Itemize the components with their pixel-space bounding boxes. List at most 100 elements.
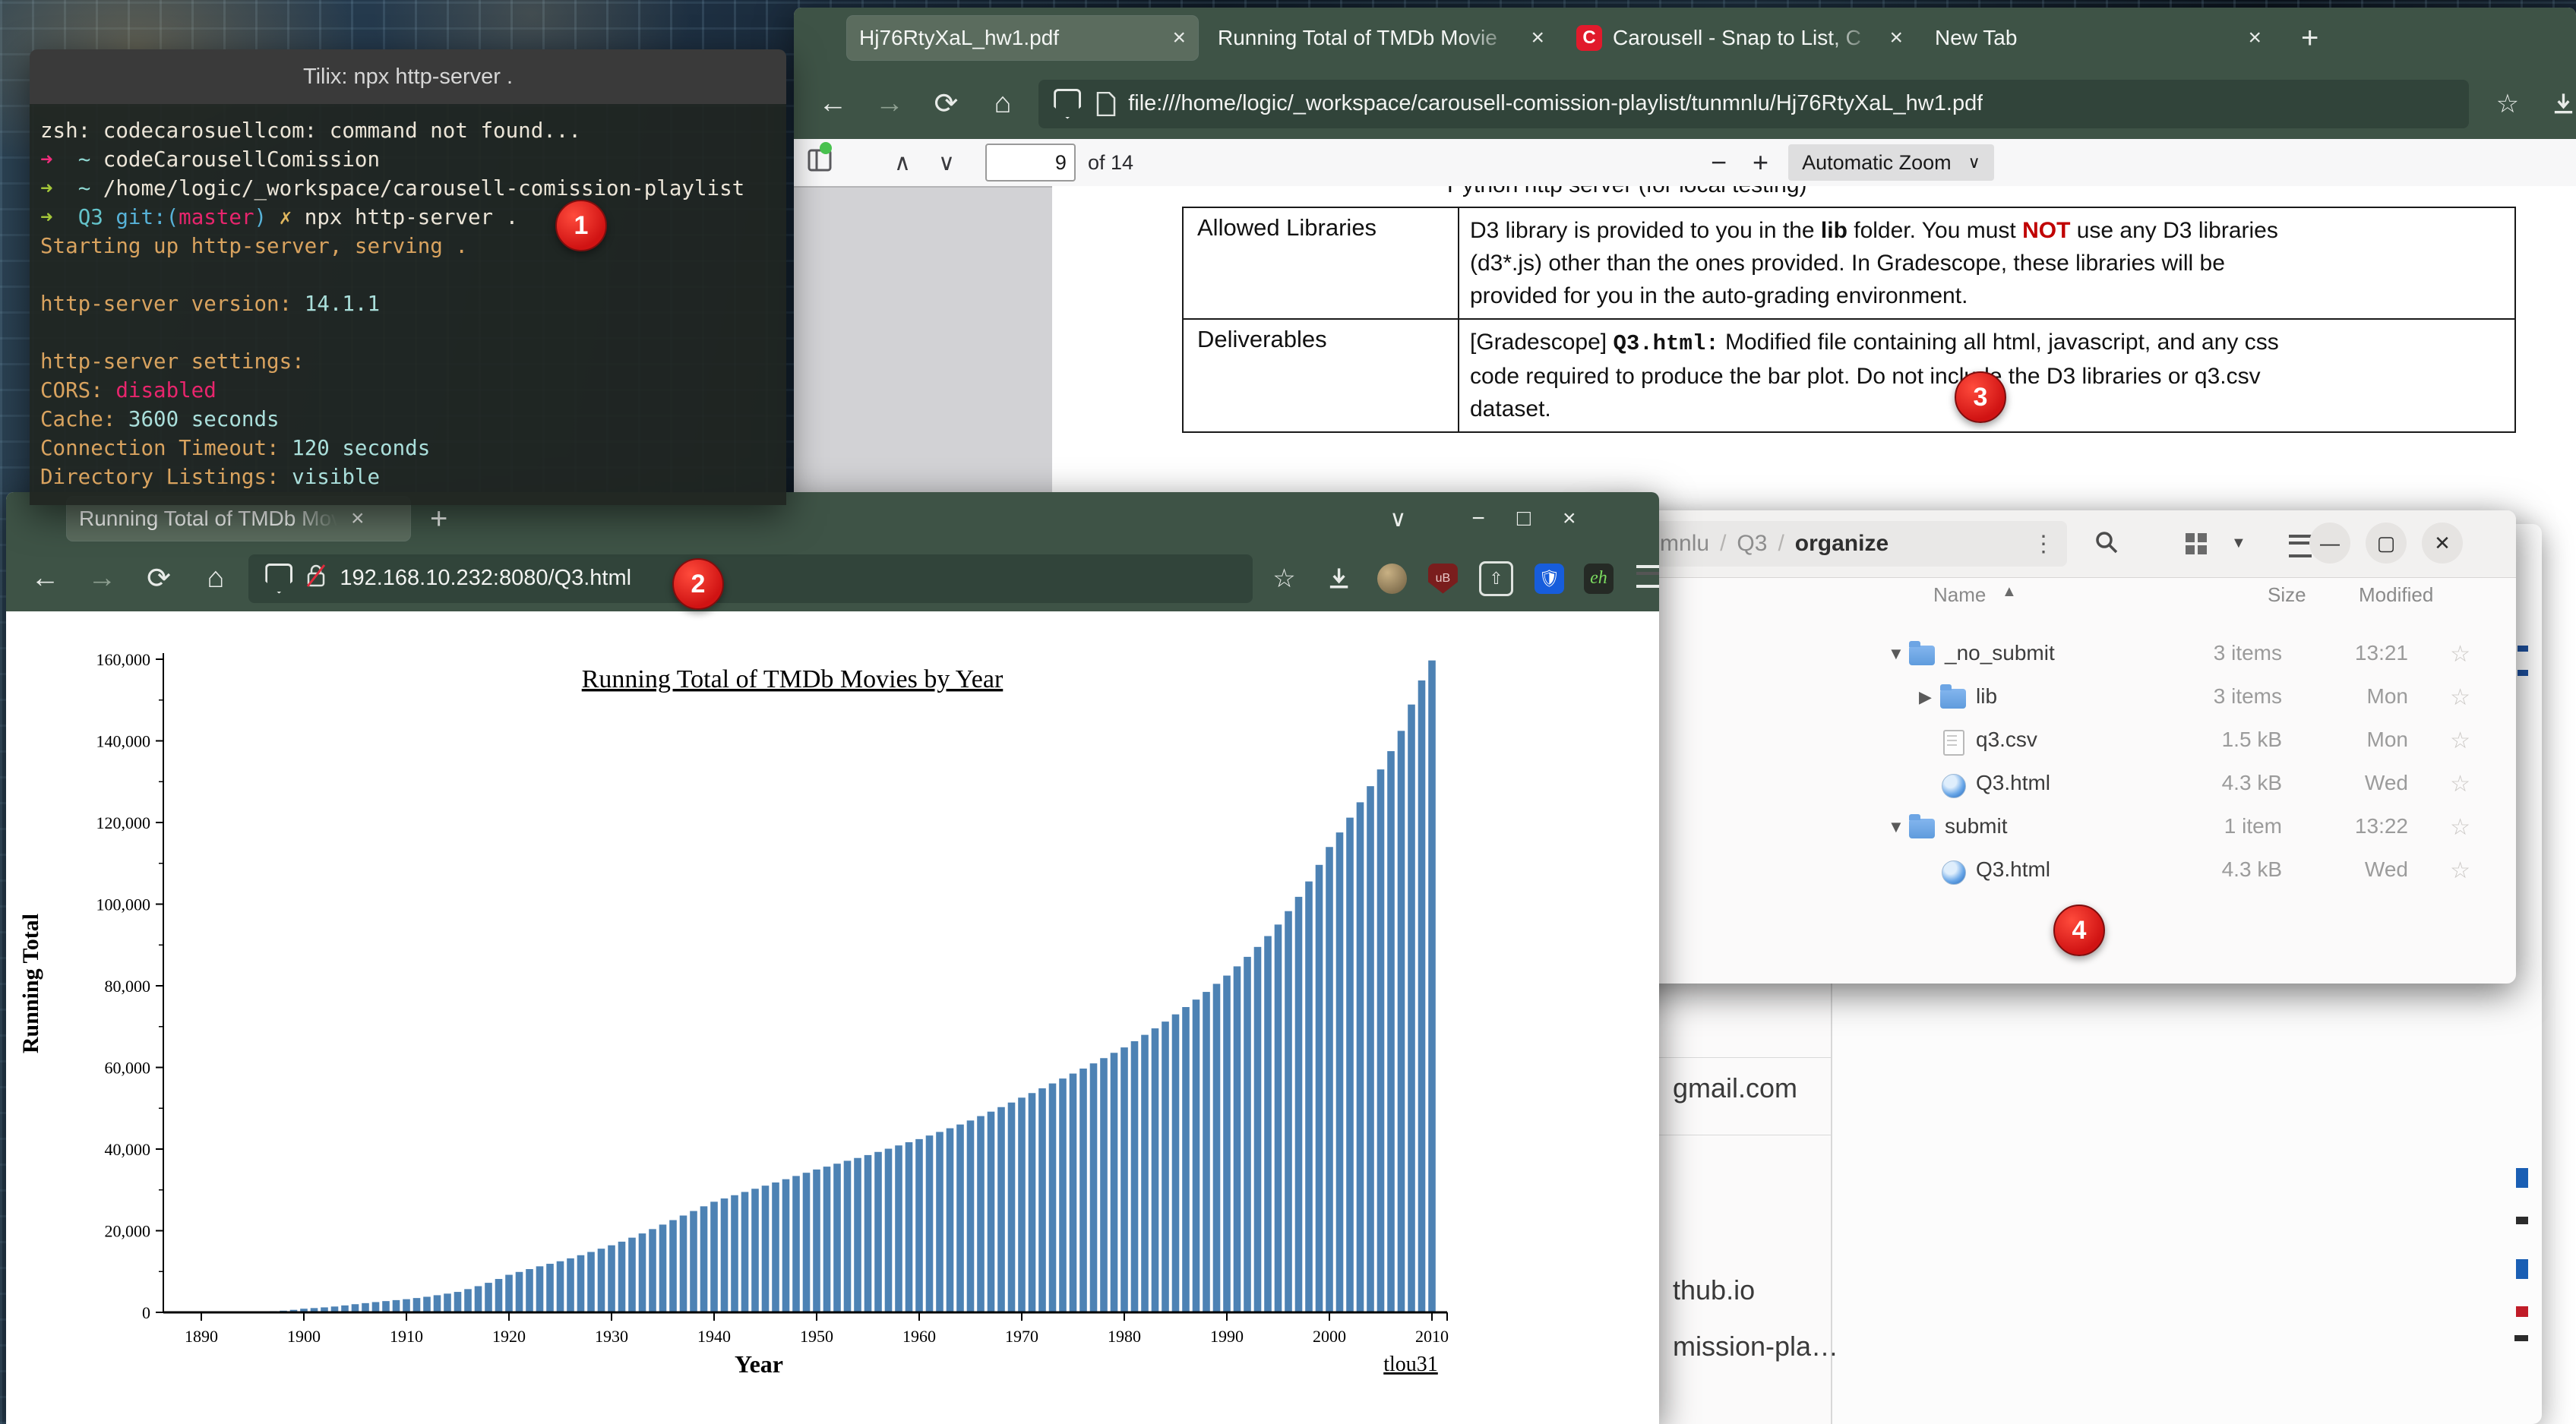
bar-1987[interactable] bbox=[1193, 999, 1200, 1312]
bar-1982[interactable] bbox=[1141, 1035, 1149, 1312]
new-tab-button[interactable]: + bbox=[2301, 21, 2318, 55]
bar-1993[interactable] bbox=[1254, 947, 1262, 1312]
next-page-button[interactable]: ∨ bbox=[938, 150, 955, 176]
bar-2008[interactable] bbox=[1408, 705, 1415, 1312]
bar-1974[interactable] bbox=[1059, 1078, 1067, 1312]
bar-1969[interactable] bbox=[1008, 1103, 1016, 1312]
bar-1945[interactable] bbox=[762, 1186, 770, 1312]
bar-1989[interactable] bbox=[1213, 984, 1221, 1312]
bar-2004[interactable] bbox=[1367, 786, 1374, 1312]
bar-1942[interactable] bbox=[731, 1195, 738, 1312]
bar-1935[interactable] bbox=[659, 1224, 667, 1312]
home-button[interactable]: ⌂ bbox=[198, 562, 233, 595]
bar-1925[interactable] bbox=[557, 1261, 564, 1312]
bar-1997[interactable] bbox=[1295, 897, 1303, 1312]
bar-1912[interactable] bbox=[423, 1296, 431, 1312]
maximize-button[interactable]: □ bbox=[1517, 506, 1531, 532]
tab-hj76rtyxal-hw1-pdf[interactable]: Hj76RtyXaL_hw1.pdf× bbox=[847, 16, 1198, 60]
bar-1976[interactable] bbox=[1079, 1069, 1087, 1312]
bar-1958[interactable] bbox=[895, 1145, 902, 1312]
star-icon[interactable]: ☆ bbox=[2450, 814, 2470, 841]
bar-1939[interactable] bbox=[700, 1206, 708, 1312]
bar-1977[interactable] bbox=[1090, 1063, 1098, 1312]
credit-link[interactable]: tlou31 bbox=[1383, 1353, 1438, 1376]
bar-2009[interactable] bbox=[1418, 680, 1426, 1312]
bar-1973[interactable] bbox=[1049, 1084, 1057, 1312]
bar-1931[interactable] bbox=[618, 1242, 626, 1312]
bar-1962[interactable] bbox=[936, 1132, 943, 1312]
bar-1920[interactable] bbox=[505, 1275, 513, 1312]
bar-1984[interactable] bbox=[1162, 1021, 1169, 1312]
bar-2007[interactable] bbox=[1398, 731, 1405, 1312]
bar-1919[interactable] bbox=[495, 1279, 503, 1312]
tab-close-icon[interactable]: × bbox=[1889, 25, 1903, 51]
bar-2010[interactable] bbox=[1428, 661, 1436, 1312]
menu-icon[interactable] bbox=[1636, 565, 1659, 592]
file-row-q3.csv[interactable]: q3.csv1.5 kBMon☆ bbox=[1591, 720, 2516, 763]
bar-1968[interactable] bbox=[997, 1107, 1005, 1312]
zoom-out-button[interactable]: − bbox=[1711, 147, 1727, 178]
grid-view-icon[interactable] bbox=[2186, 533, 2207, 558]
forward-button[interactable]: → bbox=[84, 562, 120, 595]
folder-options-kebab-icon[interactable]: ⋮ bbox=[2032, 531, 2055, 557]
bar-1911[interactable] bbox=[413, 1298, 421, 1312]
bar-2005[interactable] bbox=[1377, 769, 1385, 1312]
tab-running-total-of-tmdb-mo[interactable]: Running Total of TMDb Movie× bbox=[1206, 16, 1557, 60]
star-icon[interactable]: ☆ bbox=[2450, 771, 2470, 797]
bar-1921[interactable] bbox=[516, 1272, 523, 1312]
terminal-body[interactable]: zsh: codecarosuellcom: command not found… bbox=[30, 104, 786, 505]
main-menu-icon[interactable] bbox=[2289, 535, 2312, 561]
bar-1926[interactable] bbox=[567, 1258, 574, 1312]
ublock-icon[interactable]: uB bbox=[1428, 564, 1458, 594]
new-tab-button[interactable]: + bbox=[430, 502, 447, 536]
downloads-icon[interactable] bbox=[1326, 566, 1351, 592]
list-tabs-chevron-icon[interactable]: ∨ bbox=[1389, 506, 1406, 532]
bar-2000[interactable] bbox=[1326, 847, 1333, 1312]
bar-1996[interactable] bbox=[1285, 911, 1292, 1312]
login-item[interactable]: gmail.com bbox=[1673, 1072, 1797, 1104]
bar-2001[interactable] bbox=[1336, 832, 1344, 1312]
bar-1943[interactable] bbox=[741, 1192, 749, 1312]
view-options-chevron-icon[interactable]: ▼ bbox=[2231, 535, 2246, 552]
bookmark-star-icon[interactable]: ☆ bbox=[2496, 89, 2519, 119]
prev-page-button[interactable]: ∧ bbox=[894, 150, 911, 176]
bar-1940[interactable] bbox=[710, 1201, 718, 1312]
tab-close-icon[interactable]: × bbox=[351, 506, 365, 532]
bar-1959[interactable] bbox=[906, 1142, 913, 1312]
star-icon[interactable]: ☆ bbox=[2450, 728, 2470, 754]
minimize-button[interactable]: − bbox=[1471, 506, 1485, 532]
bar-1965[interactable] bbox=[967, 1120, 975, 1312]
bar-2003[interactable] bbox=[1357, 802, 1364, 1312]
breadcrumb-q3[interactable]: Q3 bbox=[1737, 531, 1767, 557]
bar-1924[interactable] bbox=[546, 1264, 554, 1312]
bar-1907[interactable] bbox=[372, 1302, 380, 1312]
bar-1929[interactable] bbox=[598, 1249, 605, 1312]
bar-1979[interactable] bbox=[1111, 1053, 1118, 1312]
login-item[interactable]: mission-pla… bbox=[1673, 1331, 1838, 1362]
bar-1906[interactable] bbox=[362, 1303, 369, 1312]
close-button[interactable]: ✕ bbox=[2422, 523, 2463, 564]
back-button[interactable]: ← bbox=[815, 87, 851, 120]
bar-1978[interactable] bbox=[1100, 1058, 1108, 1312]
bar-1980[interactable] bbox=[1120, 1047, 1128, 1312]
bookmark-star-icon[interactable]: ☆ bbox=[1272, 564, 1295, 594]
star-icon[interactable]: ☆ bbox=[2450, 857, 2470, 884]
bar-1954[interactable] bbox=[854, 1158, 861, 1312]
bar-1913[interactable] bbox=[434, 1295, 441, 1312]
url-bar[interactable]: 192.168.10.232:8080/Q3.html bbox=[248, 554, 1253, 603]
files-column-headers[interactable]: Name ▲ Size Modified bbox=[1591, 583, 2516, 615]
bar-1985[interactable] bbox=[1172, 1015, 1180, 1312]
bar-1917[interactable] bbox=[475, 1286, 482, 1312]
star-icon[interactable]: ☆ bbox=[2450, 641, 2470, 668]
avatar-extension-icon[interactable] bbox=[1377, 564, 1407, 594]
bar-1981[interactable] bbox=[1131, 1041, 1139, 1312]
reload-button[interactable]: ⟳ bbox=[141, 561, 177, 595]
bar-1950[interactable] bbox=[813, 1170, 820, 1312]
back-button[interactable]: ← bbox=[27, 562, 63, 595]
bar-2002[interactable] bbox=[1346, 818, 1354, 1312]
tracking-shield-icon[interactable] bbox=[265, 564, 292, 594]
file-row-_no_submit[interactable]: ▼_no_submit3 items13:21☆ bbox=[1591, 633, 2516, 677]
minimize-button[interactable]: — bbox=[2309, 523, 2350, 564]
file-row-Q3.html[interactable]: Q3.html4.3 kBWed☆ bbox=[1591, 763, 2516, 807]
bar-1970[interactable] bbox=[1018, 1097, 1026, 1312]
